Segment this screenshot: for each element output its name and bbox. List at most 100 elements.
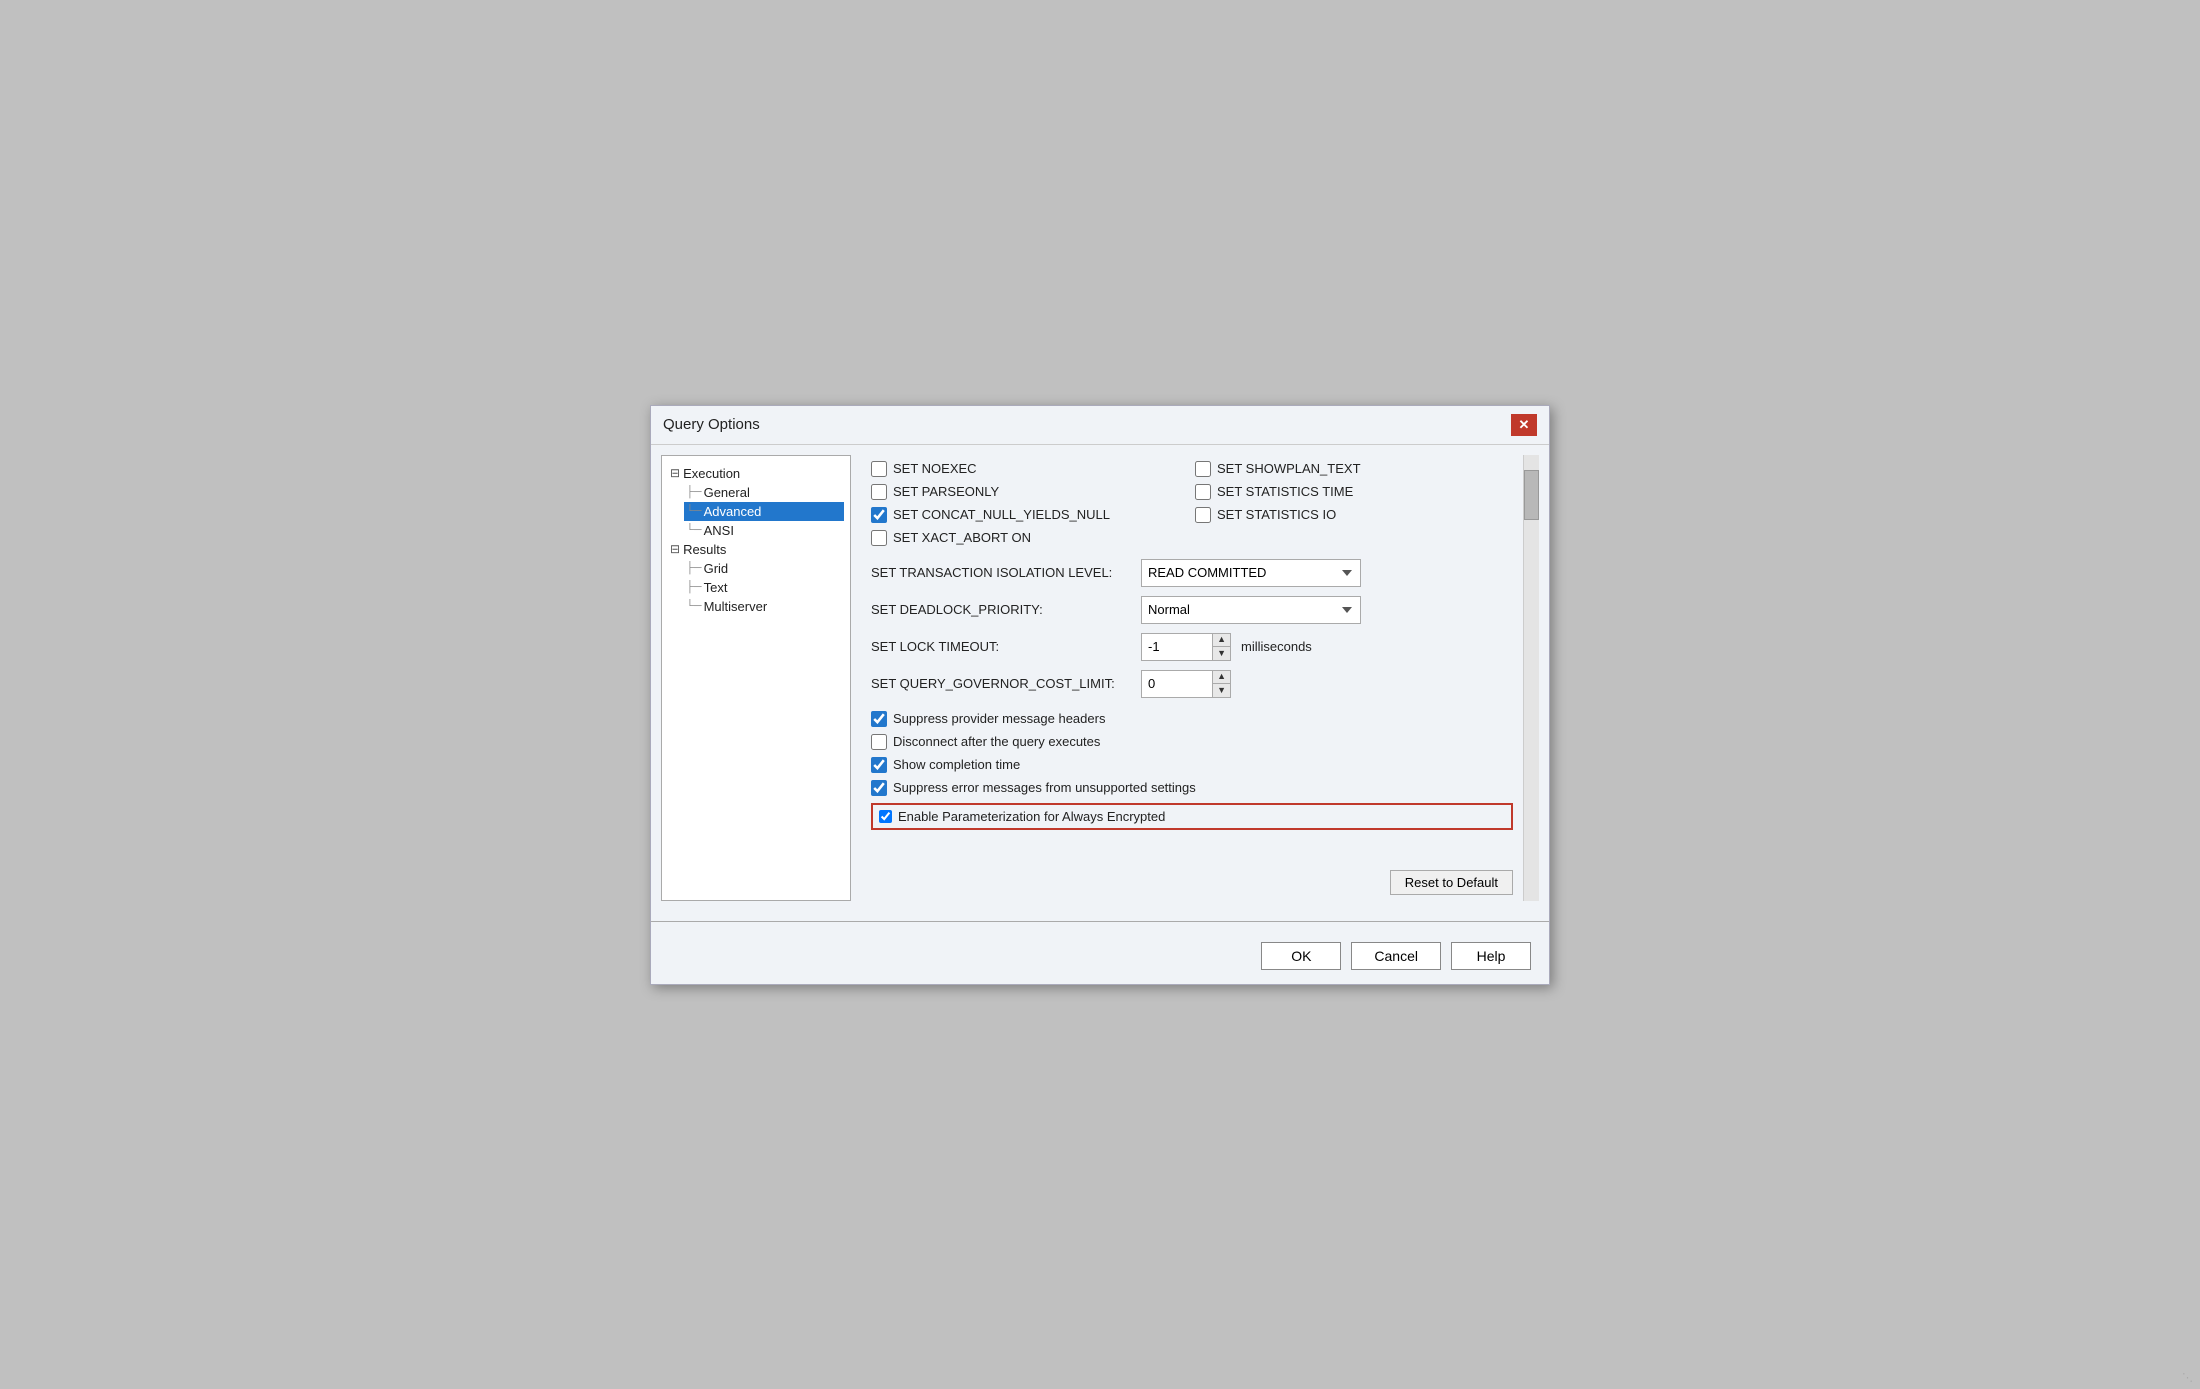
tree-connector: └─ <box>686 524 702 536</box>
field-row-transaction_isolation: SET TRANSACTION ISOLATION LEVEL: READ UNC… <box>871 559 1513 587</box>
checkbox-set_statistics_io[interactable]: SET STATISTICS IO <box>1195 507 1513 523</box>
tree-item-results[interactable]: ⊟ Results <box>668 540 844 559</box>
separator <box>651 921 1549 922</box>
checkbox-row-suppress_headers: Suppress provider message headers <box>871 711 1513 727</box>
tree-item-general[interactable]: ├─ General <box>684 483 844 502</box>
tree-panel: ⊟ Execution├─ General└─ Advanced└─ ANSI⊟… <box>661 455 851 901</box>
tree-item-label: Grid <box>704 561 729 576</box>
tree-connector: └─ <box>686 600 702 612</box>
tree-item-label: General <box>704 485 750 500</box>
tree-item-label: Advanced <box>704 504 762 519</box>
field-row-query_governor: SET QUERY_GOVERNOR_COST_LIMIT: ▲▼ <box>871 670 1513 698</box>
checkbox-suppress_errors[interactable]: Suppress error messages from unsupported… <box>871 780 1196 796</box>
checkbox-set_parseonly[interactable]: SET PARSEONLY <box>871 484 1189 500</box>
checkbox-label-set_xact_abort: SET XACT_ABORT ON <box>893 530 1031 545</box>
checkbox-input-set_noexec[interactable] <box>871 461 887 477</box>
checkbox-label-set_parseonly: SET PARSEONLY <box>893 484 999 499</box>
checkbox-input-suppress_errors[interactable] <box>871 780 887 796</box>
checkbox-row: SET NOEXEC SET SHOWPLAN_TEXT <box>871 461 1513 477</box>
checkbox-disconnect_after[interactable]: Disconnect after the query executes <box>871 734 1100 750</box>
select-transaction_isolation[interactable]: READ UNCOMMITTEDREAD COMMITTEDREPEATABLE… <box>1141 559 1361 587</box>
resize-grip[interactable]: ⋱ <box>2182 1371 2196 1385</box>
field-label-deadlock_priority: SET DEADLOCK_PRIORITY: <box>871 602 1131 617</box>
checkbox-show_completion[interactable]: Show completion time <box>871 757 1020 773</box>
checkbox-row-disconnect_after: Disconnect after the query executes <box>871 734 1513 750</box>
dialog-footer: OK Cancel Help <box>651 932 1549 984</box>
checkbox-input-suppress_headers[interactable] <box>871 711 887 727</box>
checkbox-set_xact_abort[interactable]: SET XACT_ABORT ON <box>871 530 1031 546</box>
reset-to-default-button[interactable]: Reset to Default <box>1390 870 1513 895</box>
tree-item-label: Multiserver <box>704 599 768 614</box>
checkbox-set_concat_null[interactable]: SET CONCAT_NULL_YIELDS_NULL <box>871 507 1189 523</box>
spinbox-input-lock_timeout[interactable] <box>1142 634 1212 660</box>
cancel-button[interactable]: Cancel <box>1351 942 1441 970</box>
tree-item-advanced[interactable]: └─ Advanced <box>684 502 844 521</box>
field-row-deadlock_priority: SET DEADLOCK_PRIORITY: LowNormalHigh-10-9… <box>871 596 1513 624</box>
checkbox-suppress_headers[interactable]: Suppress provider message headers <box>871 711 1105 727</box>
tree-item-ansi[interactable]: └─ ANSI <box>684 521 844 540</box>
tree-item-grid[interactable]: ├─ Grid <box>684 559 844 578</box>
checkbox-set_showplan_text[interactable]: SET SHOWPLAN_TEXT <box>1195 461 1513 477</box>
select-deadlock_priority[interactable]: LowNormalHigh-10-9-8-7-6-5 <box>1141 596 1361 624</box>
checkbox-label-enable_param: Enable Parameterization for Always Encry… <box>898 809 1165 824</box>
spinbox-up-query_governor[interactable]: ▲ <box>1213 671 1230 685</box>
spinbox-input-query_governor[interactable] <box>1142 671 1212 697</box>
checkbox-input-show_completion[interactable] <box>871 757 887 773</box>
query-options-dialog: Query Options ✕ ⊟ Execution├─ General└─ … <box>650 405 1550 985</box>
checkbox-label-set_statistics_io: SET STATISTICS IO <box>1217 507 1336 522</box>
spinbox-suffix-lock_timeout: milliseconds <box>1241 639 1312 654</box>
checkbox-label-set_concat_null: SET CONCAT_NULL_YIELDS_NULL <box>893 507 1110 522</box>
tree-connector: └─ <box>686 505 702 517</box>
checkbox-input-set_parseonly[interactable] <box>871 484 887 500</box>
checkbox-input-disconnect_after[interactable] <box>871 734 887 750</box>
spinbox-query_governor: ▲▼ <box>1141 670 1231 698</box>
field-label-transaction_isolation: SET TRANSACTION ISOLATION LEVEL: <box>871 565 1131 580</box>
close-button[interactable]: ✕ <box>1511 414 1537 436</box>
checkbox-row-show_completion: Show completion time <box>871 757 1513 773</box>
checkbox-input-enable_param[interactable] <box>879 810 892 823</box>
content-area: SET NOEXEC SET SHOWPLAN_TEXT SET PARSEONLY… <box>861 455 1539 901</box>
tree-connector: ├─ <box>686 486 702 498</box>
checkbox-row: SET CONCAT_NULL_YIELDS_NULL SET STATISTIC… <box>871 507 1513 523</box>
scrollbar[interactable] <box>1523 455 1539 901</box>
field-label-lock_timeout: SET LOCK TIMEOUT: <box>871 639 1131 654</box>
tree-connector: ├─ <box>686 581 702 593</box>
checkbox-label-suppress_headers: Suppress provider message headers <box>893 711 1105 726</box>
checkbox-set_statistics_time[interactable]: SET STATISTICS TIME <box>1195 484 1513 500</box>
tree-item-text[interactable]: ├─ Text <box>684 578 844 597</box>
dialog-title: Query Options <box>663 416 760 433</box>
checkbox-row-single: SET XACT_ABORT ON <box>871 530 1513 546</box>
checkbox-label-disconnect_after: Disconnect after the query executes <box>893 734 1100 749</box>
checkbox-input-set_concat_null[interactable] <box>871 507 887 523</box>
checkbox-set_noexec[interactable]: SET NOEXEC <box>871 461 1189 477</box>
tree-item-label: Text <box>704 580 728 595</box>
tree-item-label: Execution <box>683 466 740 481</box>
tree-item-label: ANSI <box>704 523 734 538</box>
tree-item-execution[interactable]: ⊟ Execution <box>668 464 844 483</box>
checkbox-input-set_statistics_io[interactable] <box>1195 507 1211 523</box>
checkbox-label-suppress_errors: Suppress error messages from unsupported… <box>893 780 1196 795</box>
spinbox-lock_timeout: ▲▼ <box>1141 633 1231 661</box>
tree-connector: ├─ <box>686 562 702 574</box>
content-main: SET NOEXEC SET SHOWPLAN_TEXT SET PARSEONLY… <box>861 455 1523 901</box>
checkbox-label-set_noexec: SET NOEXEC <box>893 461 977 476</box>
spinbox-up-lock_timeout[interactable]: ▲ <box>1213 634 1230 648</box>
checkbox-row-suppress_errors: Suppress error messages from unsupported… <box>871 780 1513 796</box>
field-label-query_governor: SET QUERY_GOVERNOR_COST_LIMIT: <box>871 676 1131 691</box>
checkbox-input-set_showplan_text[interactable] <box>1195 461 1211 477</box>
ok-button[interactable]: OK <box>1261 942 1341 970</box>
checkbox-label-set_statistics_time: SET STATISTICS TIME <box>1217 484 1353 499</box>
spinbox-down-query_governor[interactable]: ▼ <box>1213 684 1230 697</box>
spinbox-down-lock_timeout[interactable]: ▼ <box>1213 647 1230 660</box>
checkbox-input-set_xact_abort[interactable] <box>871 530 887 546</box>
tree-expand-icon: ⊟ <box>670 542 680 556</box>
help-button[interactable]: Help <box>1451 942 1531 970</box>
tree-item-multiserver[interactable]: └─ Multiserver <box>684 597 844 616</box>
checkbox-input-set_statistics_time[interactable] <box>1195 484 1211 500</box>
scrollbar-thumb[interactable] <box>1524 470 1539 520</box>
checkbox-row: SET PARSEONLY SET STATISTICS TIME <box>871 484 1513 500</box>
checkbox-label-set_showplan_text: SET SHOWPLAN_TEXT <box>1217 461 1361 476</box>
dialog-body: ⊟ Execution├─ General└─ Advanced└─ ANSI⊟… <box>651 445 1549 911</box>
field-row-lock_timeout: SET LOCK TIMEOUT: ▲▼ milliseconds <box>871 633 1513 661</box>
content-scroll[interactable]: SET NOEXEC SET SHOWPLAN_TEXT SET PARSEONLY… <box>861 455 1523 860</box>
